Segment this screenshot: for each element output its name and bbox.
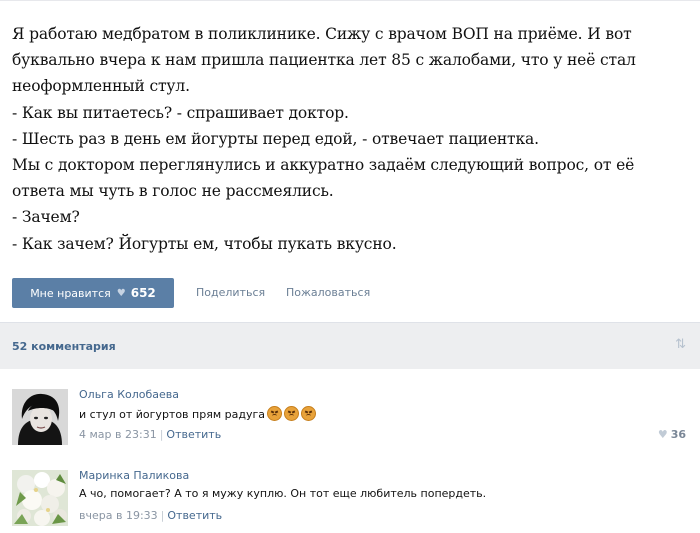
report-link[interactable]: Пожаловаться: [286, 286, 370, 299]
comment-text-body: и стул от йогуртов прям радуга: [79, 408, 265, 421]
post-text-line: ответа мы чуть в голос не рассмеялись.: [12, 182, 334, 201]
comment-author[interactable]: Маринка Паликова: [79, 469, 189, 482]
comments-count[interactable]: 52 комментария: [12, 340, 116, 353]
like-button-label: Мне нравится: [30, 286, 111, 300]
comment-date[interactable]: 4 мар в 23:31: [79, 428, 157, 441]
separator: |: [159, 428, 164, 441]
heart-icon: ♥: [116, 287, 126, 299]
like-count: 652: [130, 286, 156, 300]
post-text: Я работаю медбратом в поликлинике. Сижу …: [12, 21, 682, 257]
angry-face-emoji-icon: [267, 406, 282, 421]
post-text-line: буквально вчера к нам пришла пациентка л…: [12, 51, 636, 70]
post-text-line: - Как зачем? Йогурты ем, чтобы пукать вк…: [12, 234, 397, 253]
comments-header: 52 комментария ⇅: [0, 322, 700, 370]
share-link[interactable]: Поделиться: [196, 286, 265, 299]
comment-meta: 4 мар в 23:31 | Ответить: [79, 428, 221, 441]
comment-text: и стул от йогуртов прям радуга: [79, 406, 316, 421]
angry-face-emoji-icon: [301, 406, 316, 421]
comment-likes[interactable]: ♥ 36: [658, 428, 686, 441]
angry-face-emoji-icon: [284, 406, 299, 421]
reply-link[interactable]: Ответить: [166, 428, 221, 441]
comment-text: А чо, помогает? А то я мужу куплю. Он то…: [79, 487, 486, 500]
post-text-line: неоформленный стул.: [12, 77, 190, 96]
reply-link[interactable]: Ответить: [167, 509, 222, 522]
like-button[interactable]: Мне нравится ♥ 652: [12, 278, 174, 308]
comment-meta: вчера в 19:33 | Ответить: [79, 509, 222, 522]
avatar[interactable]: [12, 389, 68, 445]
comment-item: Маринка Паликова А чо, помогает? А то я …: [0, 450, 700, 532]
comment-item: Ольга Колобаева и стул от йогуртов прям …: [0, 369, 700, 451]
sort-arrows-icon[interactable]: ⇅: [675, 337, 686, 352]
avatar[interactable]: [12, 470, 68, 526]
post-text-line: - Шесть раз в день ем йогурты перед едой…: [12, 129, 539, 148]
comment-like-count: 36: [670, 428, 686, 441]
comment-author[interactable]: Ольга Колобаева: [79, 388, 179, 401]
post-text-line: - Зачем?: [12, 208, 80, 227]
post-text-line: Мы с доктором переглянулись и аккуратно …: [12, 156, 635, 175]
comment-text-body: А чо, помогает? А то я мужу куплю. Он то…: [79, 487, 487, 500]
post: Я работаю медбратом в поликлинике. Сижу …: [0, 0, 700, 323]
comment-date[interactable]: вчера в 19:33: [79, 509, 158, 522]
post-text-line: - Как вы питаетесь? - спрашивает доктор.: [12, 103, 349, 122]
heart-icon: ♥: [657, 428, 668, 441]
separator: |: [160, 509, 165, 522]
post-text-line: Я работаю медбратом в поликлинике. Сижу …: [12, 25, 632, 43]
